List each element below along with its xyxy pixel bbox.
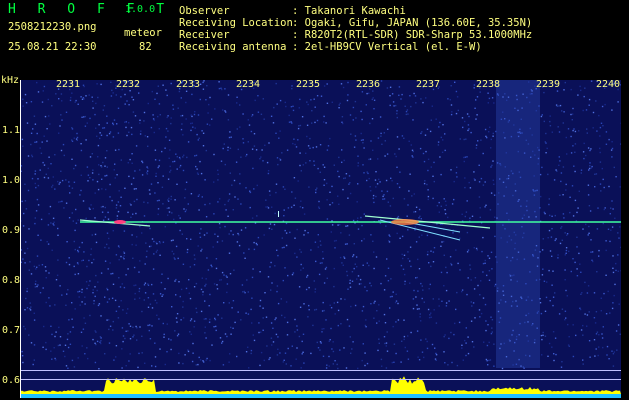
x-tick-label: 2231	[56, 79, 81, 90]
app-version: 1.0.0	[125, 4, 156, 15]
meteor-head	[114, 220, 126, 224]
interference-band	[496, 80, 540, 368]
file-datetime: 25.08.21 22:30	[8, 41, 97, 53]
y-tick-label: 0.8	[2, 275, 21, 286]
location-value: : Ogaki, Gifu, JAPAN (136.60E, 35.35N)	[292, 17, 533, 29]
observer-label: Observer	[179, 5, 230, 17]
x-tick-label: 2234	[236, 79, 261, 90]
file-name: 2508212230.png	[8, 21, 97, 33]
x-tick-label: 2239	[536, 79, 561, 90]
y-tick-label: 0.9	[2, 225, 21, 236]
location-label: Receiving Location	[179, 17, 293, 29]
histogram-upper-guide	[20, 370, 621, 371]
y-axis-unit: kHz	[1, 75, 20, 86]
x-tick-label: 2238	[476, 79, 501, 90]
y-tick-label: 1.1	[2, 125, 21, 136]
spike-mark	[278, 211, 279, 217]
receiver-value: : R820T2(RTL-SDR) SDR-Sharp 53.1000MHz	[292, 29, 533, 41]
x-tick-label: 2233	[176, 79, 201, 90]
spectrogram-canvas	[20, 80, 621, 398]
x-tick-label: 2235	[296, 79, 321, 90]
antenna-value: : 2el-HB9CV Vertical (el. E-W)	[292, 41, 482, 53]
meteor-head	[391, 219, 419, 225]
spectrogram	[20, 80, 621, 398]
y-tick-label: 0.7	[2, 325, 21, 336]
histogram-lower-guide	[20, 379, 621, 380]
x-tick-label: 2232	[116, 79, 141, 90]
x-tick-label: 2237	[416, 79, 441, 90]
x-tick-label: 2236	[356, 79, 381, 90]
histogram-baseline	[20, 394, 621, 398]
meteor-count: 82	[139, 41, 152, 53]
y-tick-label: 0.6	[2, 375, 21, 386]
observer-value: : Takanori Kawachi	[292, 5, 406, 17]
y-tick-label: 1.0	[2, 175, 21, 186]
antenna-label: Receiving antenna	[179, 41, 287, 53]
hrofft-window: H R O F F T 1.0.0 2508212230.png 25.08.2…	[0, 0, 629, 400]
x-tick-label: 2240	[596, 79, 621, 90]
meteor-label: meteor	[124, 27, 162, 39]
receiver-label: Receiver	[179, 29, 230, 41]
